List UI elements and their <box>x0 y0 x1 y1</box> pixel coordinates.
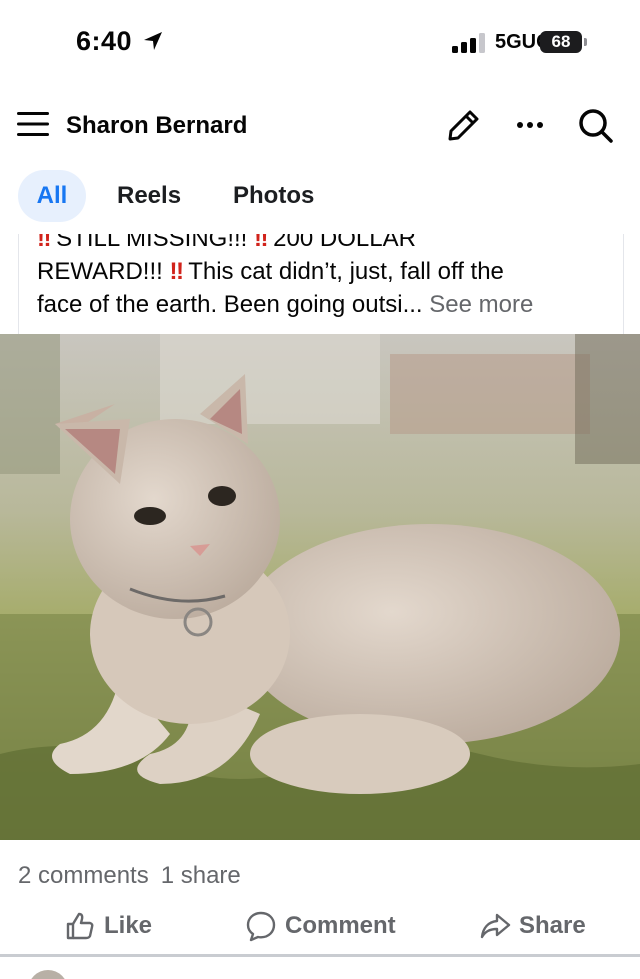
signal-icon <box>452 33 485 53</box>
comment-button[interactable]: Comment <box>245 908 396 944</box>
search-icon[interactable] <box>576 106 614 144</box>
tab-bar: All Reels Photos <box>0 170 640 226</box>
tab-reels[interactable]: Reels <box>117 170 181 222</box>
post-line-1b: 200 DOLLAR <box>266 234 416 252</box>
double-exclamation-icon: ‼ <box>169 258 183 285</box>
post-line-3: face of the earth. Been going outsi... <box>37 291 430 318</box>
page-title: Sharon Bernard <box>66 112 248 139</box>
like-label: Like <box>104 912 153 939</box>
double-exclamation-icon: ‼ <box>254 234 268 252</box>
share-icon <box>480 913 511 939</box>
post-divider <box>0 954 640 957</box>
post-text-line-3: face of the earth. Been going outsi... S… <box>37 288 612 321</box>
post-line-2a: REWARD!!! <box>37 258 170 285</box>
comment-label: Comment <box>285 912 396 939</box>
post-actions: Like Comment Share <box>0 900 640 950</box>
more-icon[interactable] <box>515 110 545 140</box>
menu-icon[interactable] <box>17 110 49 138</box>
post-text: ‼ STILL MISSING!!! ‼ 200 DOLLAR REWARD!!… <box>37 234 612 321</box>
see-more-link[interactable]: See more <box>429 291 533 318</box>
battery-icon: 68 <box>540 31 582 53</box>
status-time: 6:40 <box>76 26 133 56</box>
comment-icon <box>246 911 276 942</box>
comments-count[interactable]: 2 comments <box>18 862 149 889</box>
status-bar: 6:40 5GUC 68 <box>0 0 640 86</box>
battery-tip <box>584 38 587 46</box>
edit-icon[interactable] <box>447 108 481 142</box>
location-arrow-icon <box>144 32 162 50</box>
shares-count[interactable]: 1 share <box>161 862 241 889</box>
post-text-container: ‼ STILL MISSING!!! ‼ 200 DOLLAR REWARD!!… <box>18 234 624 334</box>
post-line-2b: This cat didn’t, just, fall off the <box>181 258 504 285</box>
avatar[interactable] <box>28 970 68 979</box>
post-text-line-1: ‼ STILL MISSING!!! ‼ 200 DOLLAR <box>37 234 612 255</box>
post-text-line-2: REWARD!!! ‼ This cat didn’t, just, fall … <box>37 255 612 288</box>
post-photo[interactable] <box>0 334 640 840</box>
engagement-counts: 2 comments 1 share <box>18 862 253 890</box>
page-header: Sharon Bernard <box>0 96 640 156</box>
page: 6:40 5GUC 68 Sharon Bernard All Reels Ph… <box>0 0 640 979</box>
like-button[interactable]: Like <box>64 908 152 944</box>
cat-photo <box>0 334 640 840</box>
post-line-1a: STILL MISSING!!! <box>49 234 254 252</box>
thumbs-up-icon <box>66 912 94 940</box>
tab-photos[interactable]: Photos <box>233 170 314 222</box>
tab-all[interactable]: All <box>18 170 86 222</box>
share-label: Share <box>519 912 586 939</box>
share-button[interactable]: Share <box>479 908 586 944</box>
double-exclamation-icon: ‼ <box>37 234 51 252</box>
